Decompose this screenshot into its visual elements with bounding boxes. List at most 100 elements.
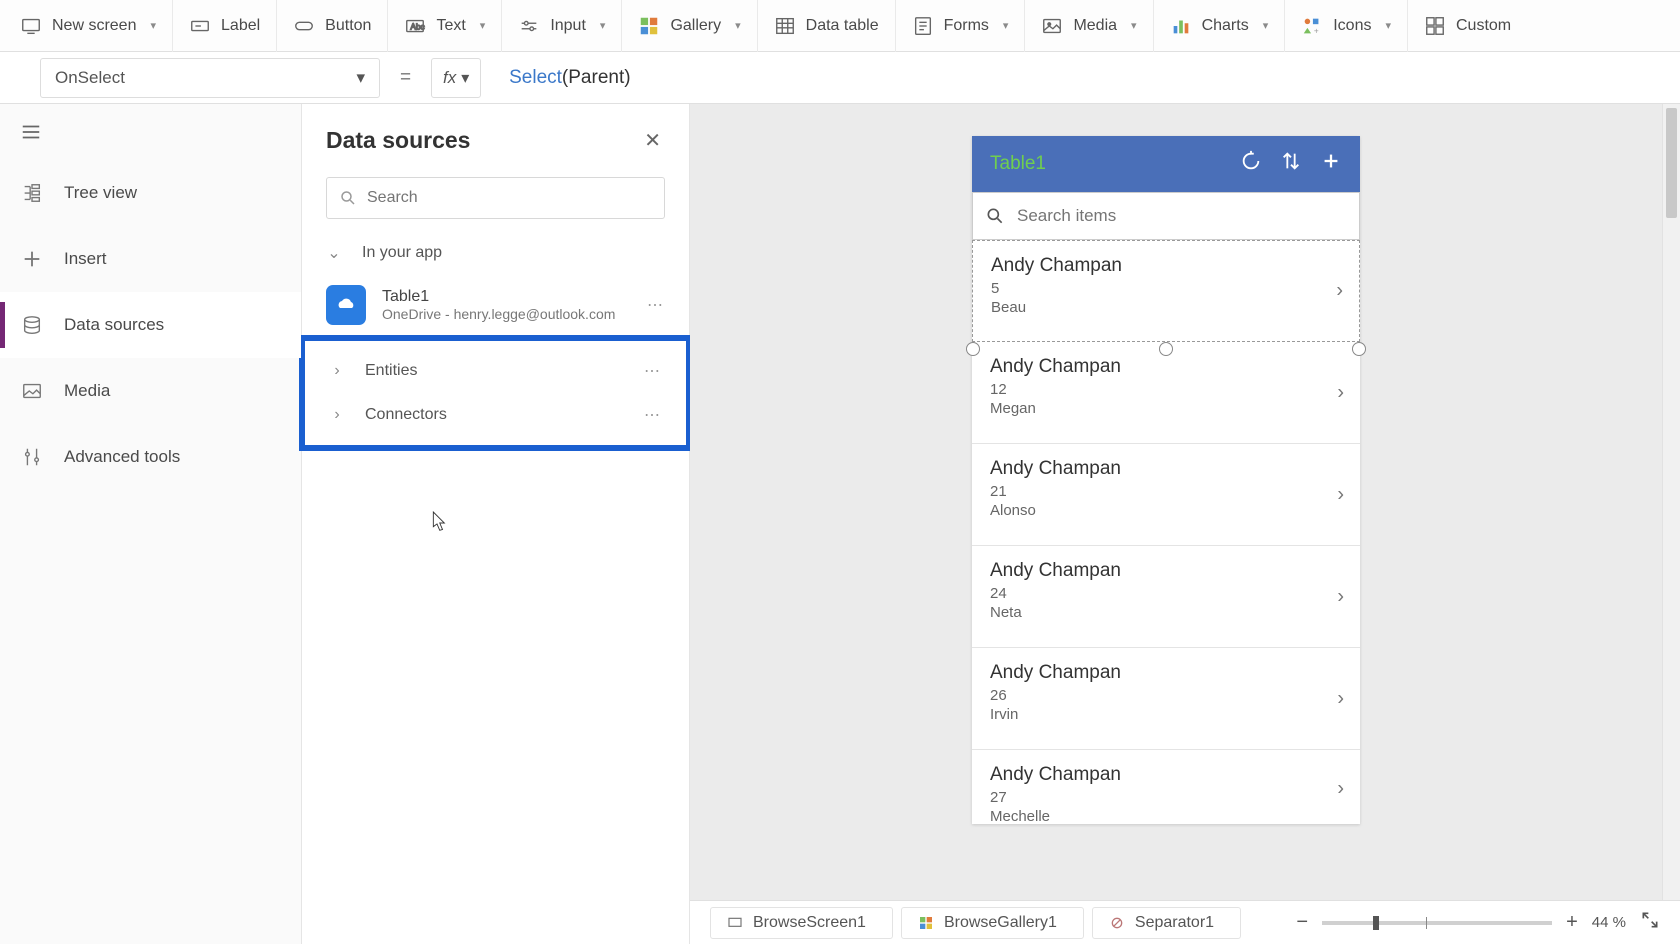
data-table-label: Data table [806, 17, 879, 35]
label-button[interactable]: Label [173, 0, 277, 52]
media-menu[interactable]: Media ▾ [1025, 0, 1153, 52]
breadcrumb-screen[interactable]: BrowseScreen1 [710, 907, 893, 939]
breadcrumb-screen-label: BrowseScreen1 [753, 914, 866, 932]
item-sub1: 12 [990, 381, 1342, 398]
fx-icon: fx [443, 68, 456, 88]
add-icon[interactable] [1320, 150, 1342, 178]
app-search-box[interactable] [972, 192, 1360, 240]
chevron-down-icon: ▾ [735, 19, 741, 32]
item-title: Andy Champan [990, 356, 1342, 378]
highlighted-region: › Entities ⋯ › Connectors ⋯ [299, 335, 692, 451]
data-source-table1[interactable]: Table1 OneDrive - henry.legge@outlook.co… [302, 275, 689, 335]
item-sub1: 5 [991, 280, 1341, 297]
entities-section[interactable]: › Entities ⋯ [305, 349, 686, 393]
text-label: Text [436, 17, 465, 35]
sort-icon[interactable] [1280, 150, 1302, 178]
svg-text:+: + [1314, 26, 1319, 35]
hamburger-button[interactable] [0, 104, 301, 160]
chevron-right-icon[interactable]: › [1336, 280, 1343, 303]
fx-button[interactable]: fx ▾ [431, 58, 481, 98]
gallery-item[interactable]: Andy Champan 21 Alonso › [972, 444, 1360, 546]
chevron-right-icon[interactable]: › [1337, 687, 1344, 710]
item-sub2: Neta [990, 604, 1342, 621]
gallery-item[interactable]: Andy Champan 26 Irvin › [972, 648, 1360, 750]
chevron-down-icon: ▾ [1263, 19, 1269, 32]
more-icon[interactable]: ⋯ [644, 405, 662, 425]
data-sources-search[interactable] [326, 177, 665, 219]
gallery-icon [918, 915, 934, 931]
chevron-down-icon: ▾ [1003, 19, 1009, 32]
breadcrumb-bar: BrowseScreen1 BrowseGallery1 Separator1 … [690, 900, 1680, 944]
button-button[interactable]: Button [277, 0, 388, 52]
nav-media[interactable]: Media [0, 358, 301, 424]
onedrive-icon [326, 285, 366, 325]
separator-icon [1109, 915, 1125, 931]
zoom-out-button[interactable]: − [1296, 911, 1308, 934]
breadcrumb-separator-label: Separator1 [1135, 914, 1214, 932]
gallery-item[interactable]: Andy Champan 24 Neta › [972, 546, 1360, 648]
tools-icon [20, 446, 44, 468]
gallery-item[interactable]: Andy Champan 5 Beau › [972, 240, 1360, 342]
text-menu[interactable]: Abc Text ▾ [388, 0, 502, 52]
data-table-icon [774, 15, 796, 37]
gallery-menu[interactable]: Gallery ▾ [622, 0, 757, 52]
connectors-section[interactable]: › Connectors ⋯ [305, 393, 686, 437]
insert-ribbon: New screen ▾ Label Button Abc Text ▾ Inp… [0, 0, 1680, 52]
data-sources-panel: Data sources ✕ ⌄ In your app Table1 OneD… [302, 104, 690, 944]
custom-label: Custom [1456, 17, 1511, 35]
forms-icon [912, 15, 934, 37]
icons-icon: + [1301, 15, 1323, 37]
nav-tree-view[interactable]: Tree view [0, 160, 301, 226]
nav-data-sources[interactable]: Data sources [0, 292, 301, 358]
input-menu[interactable]: Input ▾ [502, 0, 622, 52]
zoom-in-button[interactable]: + [1566, 911, 1578, 934]
nav-advanced-tools[interactable]: Advanced tools [0, 424, 301, 490]
chevron-right-icon[interactable]: › [1337, 483, 1344, 506]
close-icon[interactable]: ✕ [640, 124, 665, 157]
tree-view-icon [20, 182, 44, 204]
chevron-right-icon[interactable]: › [1337, 778, 1344, 801]
formula-input[interactable]: Select(Parent) [495, 66, 630, 89]
charts-menu[interactable]: Charts ▾ [1154, 0, 1286, 52]
data-sources-title: Data sources [326, 127, 470, 154]
property-selector[interactable]: OnSelect ▾ [40, 58, 380, 98]
input-icon [518, 15, 540, 37]
equals-sign: = [394, 67, 417, 89]
scrollbar-thumb[interactable] [1666, 108, 1677, 218]
item-sub2: Mechelle [990, 808, 1342, 825]
in-your-app-section[interactable]: ⌄ In your app [302, 231, 689, 275]
data-table-button[interactable]: Data table [758, 0, 896, 52]
search-input[interactable] [367, 189, 652, 207]
nav-insert[interactable]: Insert [0, 226, 301, 292]
gallery-item[interactable]: Andy Champan 27 Mechelle › [972, 750, 1360, 828]
zoom-controls: − + 44 % [1296, 910, 1660, 935]
zoom-slider[interactable] [1322, 921, 1552, 925]
app-search-input[interactable] [1017, 206, 1347, 226]
gallery-item[interactable]: Andy Champan 12 Megan › [972, 342, 1360, 444]
in-your-app-label: In your app [362, 244, 442, 262]
formula-function: Select [509, 67, 562, 88]
refresh-icon[interactable] [1240, 150, 1262, 178]
icons-menu[interactable]: + Icons ▾ [1285, 0, 1408, 52]
chevron-down-icon: ▾ [480, 19, 486, 32]
left-nav-rail: Tree view Insert Data sources Media Adva… [0, 104, 302, 944]
vertical-scrollbar[interactable] [1662, 104, 1680, 900]
custom-menu[interactable]: Custom [1408, 0, 1527, 52]
new-screen-menu[interactable]: New screen ▾ [4, 0, 173, 52]
forms-menu[interactable]: Forms ▾ [896, 0, 1026, 52]
more-icon[interactable]: ⋯ [644, 361, 662, 381]
connectors-label: Connectors [365, 406, 447, 424]
app-header: Table1 [972, 136, 1360, 192]
breadcrumb-gallery-label: BrowseGallery1 [944, 914, 1057, 932]
breadcrumb-gallery[interactable]: BrowseGallery1 [901, 907, 1084, 939]
chevron-down-icon: ⌄ [326, 243, 342, 263]
breadcrumb-separator[interactable]: Separator1 [1092, 907, 1241, 939]
item-title: Andy Champan [990, 560, 1342, 582]
chevron-right-icon[interactable]: › [1337, 381, 1344, 404]
canvas[interactable]: Table1 Andy Champan 5 Beau › [690, 104, 1680, 944]
more-icon[interactable]: ⋯ [647, 295, 665, 315]
formula-arg: Parent [568, 67, 624, 88]
app-preview: Table1 Andy Champan 5 Beau › [972, 136, 1360, 824]
fit-to-window-icon[interactable] [1640, 910, 1660, 935]
chevron-right-icon[interactable]: › [1337, 585, 1344, 608]
